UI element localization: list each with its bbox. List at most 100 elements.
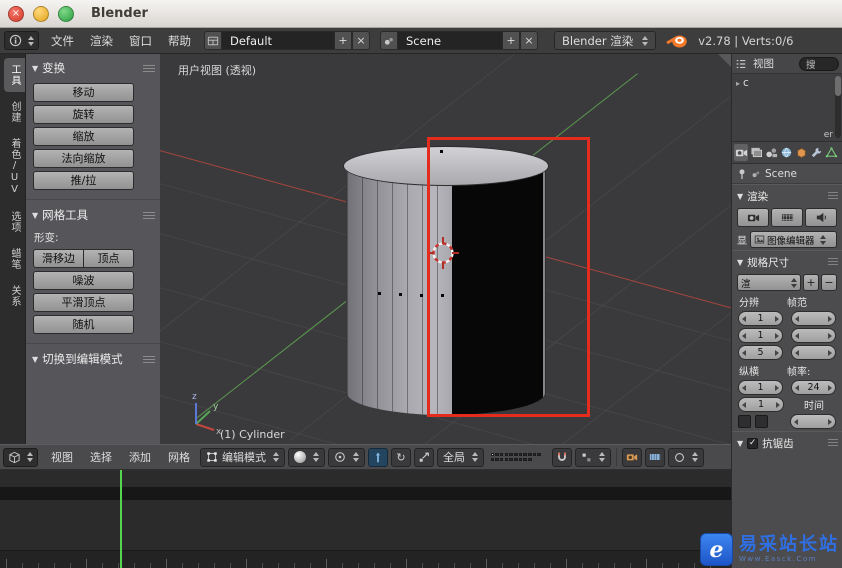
resolution-x-field[interactable]: 1	[738, 311, 783, 326]
aspect-x-field[interactable]: 1	[738, 380, 783, 395]
opengl-render-button[interactable]	[622, 447, 642, 467]
tab-create[interactable]: 创建	[4, 95, 25, 129]
vertex-slide-button[interactable]: 顶点	[84, 249, 134, 268]
tab-grease-pencil[interactable]: 蜡笔	[4, 242, 25, 276]
timeline-editor[interactable]	[0, 470, 731, 568]
manipulator-scale-button[interactable]	[414, 447, 434, 467]
manipulator-translate-button[interactable]	[368, 447, 388, 467]
tab-object-icon[interactable]	[794, 144, 808, 161]
disclosure-triangle-icon[interactable]: ▸	[736, 79, 740, 88]
viewport-shading-dropdown[interactable]	[288, 447, 325, 467]
push-pull-button[interactable]: 推/拉	[33, 171, 134, 190]
rotate-button[interactable]: 旋转	[33, 105, 134, 124]
opengl-render-anim-button[interactable]	[645, 447, 665, 467]
panel-grip-handle[interactable]	[143, 354, 155, 363]
menu-help[interactable]: 帮助	[161, 33, 198, 49]
outliner-item[interactable]: ▸ c	[732, 74, 842, 92]
tab-scene-icon[interactable]	[764, 144, 778, 161]
tab-relations[interactable]: 关系	[4, 279, 25, 313]
layer-toggle[interactable]	[495, 452, 499, 457]
render-panel-header[interactable]: ▼ 渲染	[732, 184, 842, 206]
browse-screen-layout-icon[interactable]	[204, 31, 222, 50]
layer-toggle[interactable]	[509, 457, 513, 462]
shrink-fatten-button[interactable]: 法向缩放	[33, 149, 134, 168]
breadcrumb-label[interactable]: Scene	[765, 168, 797, 180]
menu-file[interactable]: 文件	[44, 33, 81, 49]
scale-button[interactable]: 缩放	[33, 127, 134, 146]
render-image-button[interactable]	[737, 208, 769, 227]
bottom-panel-header[interactable]: ▼ 切换到编辑模式	[26, 347, 160, 371]
tab-object-data-icon[interactable]	[824, 144, 838, 161]
render-audio-button[interactable]	[805, 208, 837, 227]
panel-grip-handle[interactable]	[828, 438, 838, 446]
menu-view3d-mesh[interactable]: 网格	[161, 449, 197, 465]
menu-window[interactable]: 窗口	[122, 33, 159, 49]
layer-toggle[interactable]	[499, 457, 504, 462]
orientation-dropdown[interactable]: 全局	[437, 447, 484, 467]
layer-toggle[interactable]	[537, 452, 541, 457]
layer-toggle[interactable]	[532, 452, 537, 457]
layer-toggle[interactable]	[490, 457, 495, 462]
snap-magnet-button[interactable]	[552, 447, 572, 467]
resolution-y-field[interactable]: 1	[738, 328, 783, 343]
menu-view3d-select[interactable]: 选择	[83, 449, 119, 465]
resolution-percent-field[interactable]: 5	[738, 345, 783, 360]
editor-type-button-3dview[interactable]	[3, 447, 38, 467]
fps-field[interactable]: 24	[791, 380, 836, 395]
menu-view3d-view[interactable]: 视图	[44, 449, 80, 465]
mesh-vertex[interactable]	[399, 293, 402, 296]
layer-toggle[interactable]	[523, 457, 527, 462]
transform-panel-header[interactable]: ▼ 变换	[26, 56, 160, 80]
scene-field[interactable]: Scene	[398, 31, 502, 50]
render-animation-button[interactable]	[771, 208, 803, 227]
panel-grip-handle[interactable]	[143, 210, 155, 219]
antialiasing-checkbox[interactable]: ✓	[747, 438, 759, 449]
layer-toggle[interactable]	[509, 452, 513, 457]
time-remap-field[interactable]	[790, 414, 836, 429]
layer-toggle[interactable]	[523, 452, 527, 457]
add-screen-layout-button[interactable]: +	[334, 31, 352, 50]
tab-tools[interactable]: 工具	[4, 58, 25, 92]
area-corner-widget[interactable]	[718, 54, 731, 67]
timeline-playhead[interactable]	[120, 470, 122, 568]
editor-type-button-info[interactable]	[4, 31, 39, 50]
delete-screen-layout-button[interactable]: ×	[352, 31, 370, 50]
border-checkbox[interactable]	[738, 415, 751, 428]
timeline-ruler[interactable]	[0, 550, 731, 568]
layer-toggle[interactable]	[490, 452, 495, 457]
layer-toggle[interactable]	[518, 452, 523, 457]
meshtools-panel-header[interactable]: ▼ 网格工具	[26, 203, 160, 227]
snap-element-dropdown[interactable]	[575, 447, 611, 467]
screen-layout-field[interactable]: Default	[222, 31, 334, 50]
panel-grip-handle[interactable]	[828, 257, 838, 265]
edge-slide-button[interactable]: 滑移边	[33, 249, 84, 268]
add-scene-button[interactable]: +	[502, 31, 520, 50]
outliner-tree[interactable]: ▸ c er	[732, 74, 842, 142]
layer-toggle[interactable]	[528, 457, 532, 462]
menu-render[interactable]: 渲染	[83, 33, 120, 49]
layer-toggle[interactable]	[499, 452, 504, 457]
tab-render-icon[interactable]	[734, 144, 748, 161]
layer-toggle[interactable]	[528, 452, 532, 457]
add-preset-button[interactable]: +	[803, 274, 819, 291]
crop-checkbox[interactable]	[755, 415, 768, 428]
noise-button[interactable]: 噪波	[33, 271, 134, 290]
browse-scene-icon[interactable]	[380, 31, 398, 50]
aspect-y-field[interactable]: 1	[738, 397, 784, 412]
outliner-scrollbar[interactable]	[835, 76, 841, 138]
window-maximize-button[interactable]	[58, 5, 74, 22]
render-preset-dropdown[interactable]: 渲	[737, 274, 801, 291]
outliner-editor-icon[interactable]	[735, 58, 747, 70]
antialiasing-panel-header[interactable]: ▼ ✓ 抗锯齿	[732, 431, 842, 453]
frame-end-field[interactable]	[791, 328, 836, 343]
tab-modifiers-icon[interactable]	[809, 144, 823, 161]
mode-dropdown[interactable]: 编辑模式	[200, 447, 285, 467]
remove-preset-button[interactable]: −	[821, 274, 837, 291]
panel-grip-handle[interactable]	[143, 63, 155, 72]
randomize-button[interactable]: 随机	[33, 315, 134, 334]
tab-world-icon[interactable]	[779, 144, 793, 161]
layer-toggle[interactable]	[504, 457, 509, 462]
dimensions-panel-header[interactable]: ▼ 规格尺寸	[732, 250, 842, 272]
layer-toggle[interactable]	[518, 457, 523, 462]
window-close-button[interactable]: ×	[8, 5, 24, 22]
